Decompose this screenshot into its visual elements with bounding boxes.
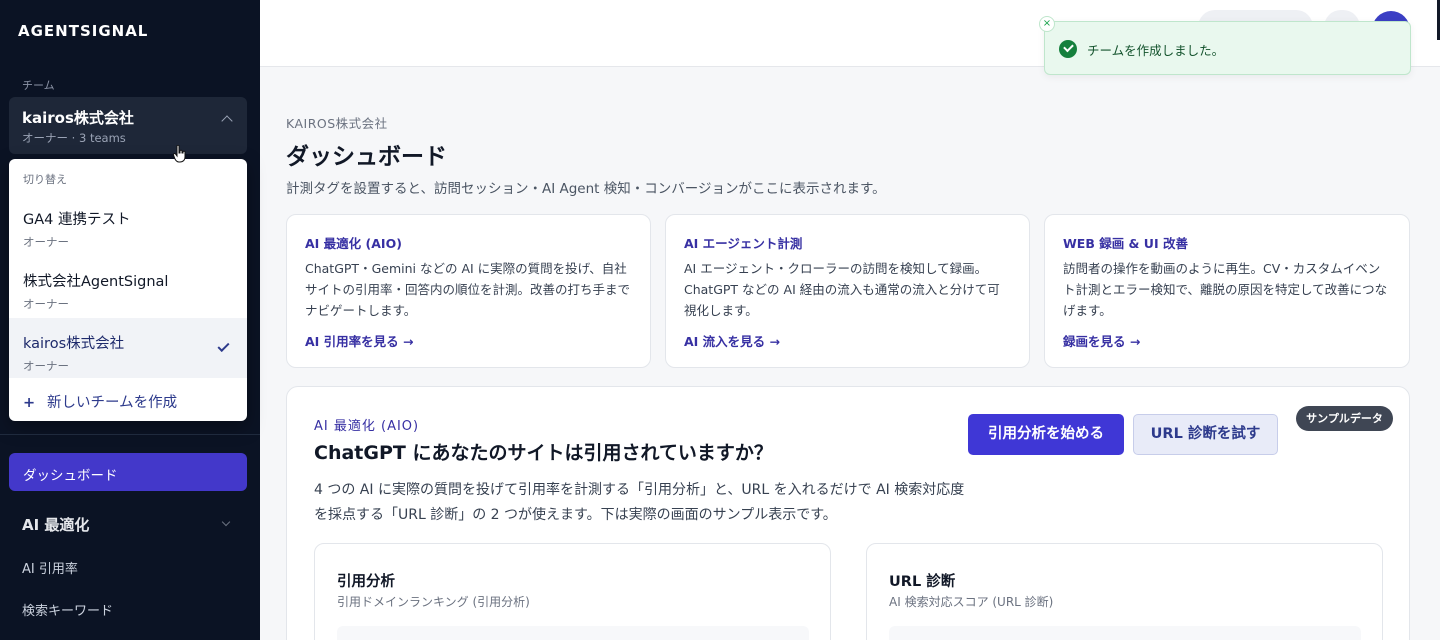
feature-card-title: WEB 録画 & UI 改善	[1063, 236, 1188, 251]
feature-card-body: 訪問者の操作を動画のように再生。CV・カスタムイベント計測とエラー検知で、離脱の…	[1063, 261, 1388, 318]
feature-card-recording: WEB 録画 & UI 改善 訪問者の操作を動画のように再生。CV・カスタムイベ…	[1044, 214, 1410, 368]
sub-card-subtitle: AI 検索対応スコア (URL 診断)	[889, 595, 1054, 609]
feature-card-link[interactable]: AI 流入を見る →	[684, 331, 780, 350]
feature-card-link[interactable]: AI 引用率を見る →	[305, 331, 414, 350]
chart-placeholder	[337, 626, 809, 640]
feature-card-aio: AI 最適化 (AIO) ChatGPT・Gemini などの AI に実際の質…	[286, 214, 651, 368]
team-option-name: GA4 連携テスト	[23, 212, 131, 228]
sample-data-badge: サンプルデータ	[1296, 406, 1393, 431]
create-team-label: 新しいチームを作成	[47, 395, 178, 411]
team-switcher[interactable]: kairos株式会社 オーナー · 3 teams	[9, 97, 247, 154]
nav-item-search-keywords[interactable]: 検索キーワード	[22, 600, 113, 619]
citation-analysis-card: 引用分析 引用ドメインランキング (引用分析)	[314, 543, 831, 640]
chevron-up-icon	[221, 115, 233, 127]
panel-kicker: AI 最適化 (AIO)	[314, 419, 420, 434]
start-citation-analysis-button[interactable]: 引用分析を始める	[968, 414, 1124, 455]
aio-panel: AI 最適化 (AIO) ChatGPT にあなたのサイトは引用されていますか？…	[286, 386, 1410, 640]
team-option-kairos[interactable]: kairos株式会社 オーナー	[9, 318, 247, 378]
current-team-name: kairos株式会社	[22, 109, 134, 127]
create-team-button[interactable]: + 新しいチームを作成	[23, 391, 177, 412]
try-url-diagnosis-button[interactable]: URL 診断を試す	[1133, 414, 1278, 455]
feature-card-title: AI 最適化 (AIO)	[305, 236, 402, 251]
feature-card-title: AI エージェント計測	[684, 236, 803, 251]
sub-card-subtitle: 引用ドメインランキング (引用分析)	[337, 595, 530, 609]
chevron-down-icon[interactable]	[221, 517, 231, 527]
nav-item-dashboard[interactable]: ダッシュボード	[9, 453, 247, 491]
url-diagnosis-card: URL 診断 AI 検索対応スコア (URL 診断)	[866, 543, 1383, 640]
team-option-name: kairos株式会社	[23, 336, 125, 352]
pointer-cursor-icon	[173, 145, 186, 163]
feature-card-body: ChatGPT・Gemini などの AI に実際の質問を投げ、自社サイトの引用…	[305, 261, 631, 318]
plus-icon: +	[23, 395, 36, 411]
sub-card-title: URL 診断	[889, 574, 956, 590]
sidebar: AGENTSIGNAL チーム kairos株式会社 オーナー · 3 team…	[0, 0, 260, 640]
team-dropdown: 切り替え GA4 連携テスト オーナー 株式会社AgentSignal オーナー…	[9, 159, 247, 421]
panel-description: 4 つの AI に実際の質問を投げて引用率を計測する「引用分析」と、URL を入…	[314, 482, 965, 523]
close-icon[interactable]: ×	[1039, 16, 1055, 32]
feature-card-link[interactable]: 録画を見る →	[1063, 331, 1140, 350]
panel-title: ChatGPT にあなたのサイトは引用されていますか？	[314, 442, 773, 464]
team-option-name: 株式会社AgentSignal	[23, 274, 169, 290]
page-description: 計測タグを設置すると、訪問セッション・AI Agent 検知・コンバージョンがこ…	[286, 181, 886, 197]
toast-message: チームを作成しました。	[1087, 43, 1225, 58]
chart-placeholder	[889, 626, 1361, 640]
success-toast: × チームを作成しました。	[1039, 16, 1411, 75]
nav-group-ai-optimization[interactable]: AI 最適化	[22, 514, 89, 535]
sub-card-title: 引用分析	[337, 574, 395, 590]
team-option-role: オーナー	[23, 359, 69, 373]
page-title: ダッシュボード	[286, 144, 447, 170]
team-option-role: オーナー	[23, 235, 69, 249]
feature-card-body: AI エージェント・クローラーの訪問を検知して録画。ChatGPT などの AI…	[684, 261, 1000, 318]
dropdown-header: 切り替え	[23, 173, 67, 186]
team-option-role: オーナー	[23, 297, 69, 311]
brand-logo: AGENTSIGNAL	[18, 22, 149, 40]
team-option-ga4[interactable]: GA4 連携テスト オーナー	[9, 194, 247, 254]
sidebar-divider	[0, 434, 260, 435]
feature-card-agent: AI エージェント計測 AI エージェント・クローラーの訪問を検知して録画。Ch…	[665, 214, 1030, 368]
breadcrumb: KAIROS株式会社	[286, 116, 388, 131]
current-team-meta: オーナー · 3 teams	[22, 131, 126, 145]
team-option-agentsignal[interactable]: 株式会社AgentSignal オーナー	[9, 256, 247, 316]
success-check-icon	[1059, 40, 1077, 58]
nav-item-ai-citation-rate[interactable]: AI 引用率	[22, 558, 78, 577]
team-section-label: チーム	[22, 79, 55, 92]
